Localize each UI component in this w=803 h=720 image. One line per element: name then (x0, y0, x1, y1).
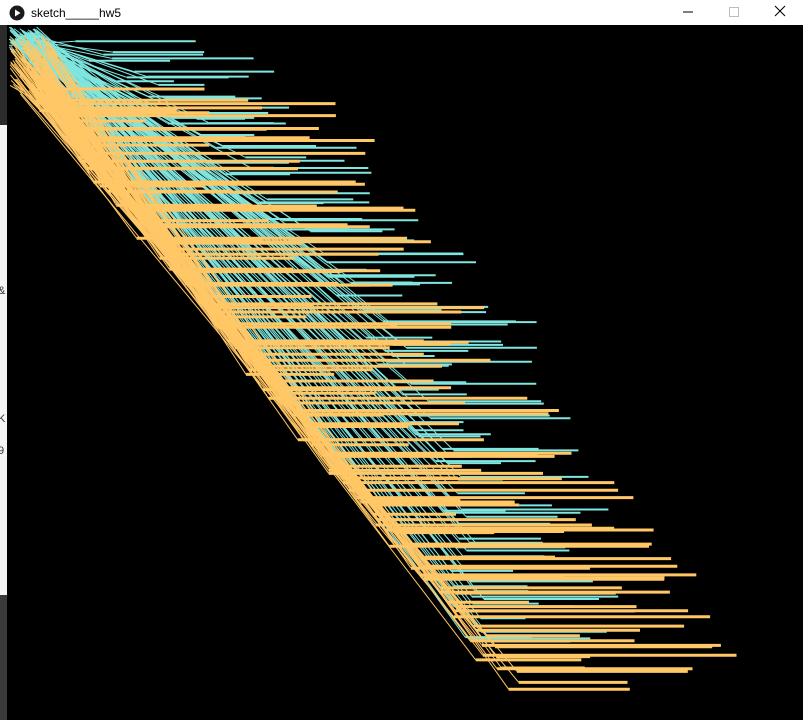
maximize-icon (729, 4, 739, 22)
sketch-canvas-area[interactable] (7, 25, 803, 720)
close-icon (774, 4, 786, 22)
processing-run-icon (9, 5, 25, 21)
window-controls (665, 0, 803, 25)
background-glyph: K (0, 413, 6, 425)
background-glyph: 9 (0, 445, 5, 457)
background-window-dark-segment (0, 25, 7, 125)
minimize-button[interactable] (665, 0, 711, 25)
background-window-dark-segment-bottom (0, 595, 7, 720)
close-button[interactable] (757, 0, 803, 25)
background-window-edge: & K 9 (0, 25, 7, 720)
sketch-window: sketch_____hw5 K 9 (0, 0, 803, 720)
minimize-icon (683, 4, 693, 22)
background-window-light-segment (0, 125, 7, 615)
title-bar[interactable]: sketch_____hw5 (0, 0, 803, 25)
window-title: sketch_____hw5 (31, 5, 122, 20)
generative-line-sketch (7, 25, 803, 720)
maximize-button[interactable] (711, 0, 757, 25)
background-glyph: & (0, 285, 5, 297)
